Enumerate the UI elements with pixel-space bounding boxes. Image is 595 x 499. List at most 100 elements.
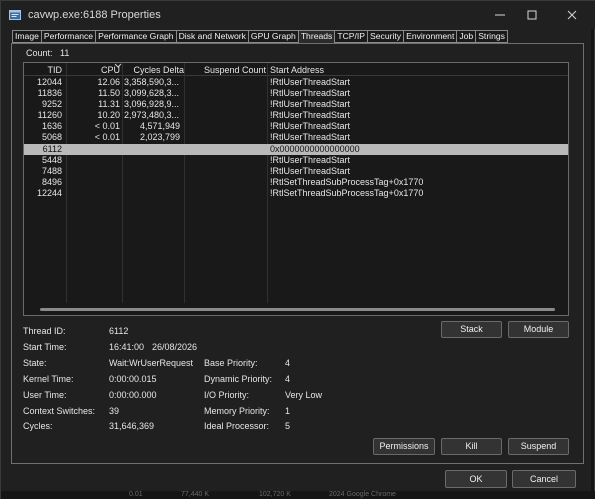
tab-job[interactable]: Job <box>456 30 476 43</box>
tab-image[interactable]: Image <box>12 30 41 43</box>
table-row[interactable]: 9252 11.31 3,096,928,9... !RtlUserThread… <box>24 99 568 110</box>
base-priority-label: Base Priority: <box>204 358 258 368</box>
context-switches-label: Context Switches: <box>23 406 96 416</box>
minimize-button[interactable] <box>488 5 512 25</box>
cell-start-address: !RtlUserThreadStart <box>270 77 351 87</box>
stack-button[interactable]: Stack <box>441 321 502 338</box>
horizontal-scrollbar[interactable] <box>40 308 555 311</box>
tab-gpu-graph[interactable]: GPU Graph <box>247 30 298 43</box>
cancel-button[interactable]: Cancel <box>512 470 576 488</box>
tab-strip: Image Performance Performance Graph Disk… <box>12 30 508 44</box>
table-row[interactable]: 8496 !RtlSetThreadSubProcessTag+0x1770 <box>24 177 568 188</box>
cell-start-address: !RtlUserThreadStart <box>270 99 351 109</box>
tab-threads[interactable]: Threads <box>297 30 335 44</box>
io-priority-value: Very Low <box>285 390 323 400</box>
column-header-start-address[interactable]: Start Address <box>270 65 324 75</box>
cell-cycles-delta: 2,973,480,3... <box>124 110 180 120</box>
cell-start-address: !RtlSetThreadSubProcessTag+0x1770 <box>270 188 424 198</box>
cell-cpu: 12.06 <box>97 77 120 87</box>
cell-tid: 8496 <box>41 177 62 187</box>
cell-tid: 7488 <box>41 166 62 176</box>
tab-security[interactable]: Security <box>367 30 404 43</box>
ideal-processor-value: 5 <box>285 421 291 431</box>
cell-cpu: 10.20 <box>97 110 120 120</box>
column-header-tid[interactable]: TID <box>24 65 63 75</box>
column-header-cycles-delta[interactable]: Cycles Delta <box>122 65 184 75</box>
table-row[interactable]: 7488 !RtlUserThreadStart <box>24 166 568 177</box>
title-bar[interactable]: cavwp.exe:6188 Properties <box>1 1 595 29</box>
tab-disk-and-network[interactable]: Disk and Network <box>175 30 248 43</box>
close-button[interactable] <box>560 5 584 25</box>
cell-cycles-delta: 2,023,799 <box>139 132 180 142</box>
cell-tid: 11836 <box>37 88 62 98</box>
state-label: State: <box>23 358 47 368</box>
column-header-suspend-count[interactable]: Suspend Count <box>188 65 266 75</box>
maximize-icon <box>527 10 537 20</box>
count-value: 11 <box>60 48 70 58</box>
cell-start-address: !RtlUserThreadStart <box>270 88 351 98</box>
table-row[interactable]: 12044 12.06 3,358,590,3... !RtlUserThrea… <box>24 77 568 88</box>
cell-cpu: 11.50 <box>98 88 120 98</box>
tab-performance-graph[interactable]: Performance Graph <box>95 30 176 43</box>
table-row-selected[interactable]: 6112 0x0000000000000000 <box>24 144 568 155</box>
start-time-value: 16:41:00 <box>109 342 145 352</box>
cell-cycles-delta: 3,096,928,9... <box>124 99 180 109</box>
cell-start-address: !RtlUserThreadStart <box>270 110 351 120</box>
dynamic-priority-label: Dynamic Priority: <box>204 374 273 384</box>
module-button[interactable]: Module <box>508 321 569 338</box>
background-text: 102,720 K <box>259 491 291 498</box>
thread-id-label: Thread ID: <box>23 326 66 336</box>
cell-tid: 12044 <box>36 77 62 87</box>
tab-strings[interactable]: Strings <box>475 30 508 43</box>
cell-tid: 5448 <box>41 155 62 165</box>
tab-environment[interactable]: Environment <box>403 30 457 43</box>
table-row[interactable]: 5068 < 0.01 2,023,799 !RtlUserThreadStar… <box>24 132 568 143</box>
user-time-value: 0:00:00.000 <box>109 390 157 400</box>
cell-tid: 1636 <box>41 121 62 131</box>
background-text: 0.01 <box>129 491 143 498</box>
cell-tid: 12244 <box>36 188 62 198</box>
table-row[interactable]: 11260 10.20 2,973,480,3... !RtlUserThrea… <box>24 110 568 121</box>
cell-tid: 9252 <box>41 99 62 109</box>
suspend-button[interactable]: Suspend <box>508 438 569 455</box>
close-icon <box>567 10 577 20</box>
table-header: TID CPU Cycles Delta Suspend Count Start… <box>24 63 568 76</box>
column-header-cpu[interactable]: CPU <box>82 65 120 75</box>
table-row[interactable]: 1636 < 0.01 4,571,949 !RtlUserThreadStar… <box>24 121 568 132</box>
table-row[interactable]: 12244 !RtlSetThreadSubProcessTag+0x1770 <box>24 188 568 199</box>
ideal-processor-label: Ideal Processor: <box>204 421 270 431</box>
memory-priority-value: 1 <box>285 406 291 416</box>
base-priority-value: 4 <box>285 358 291 368</box>
threads-table[interactable]: TID CPU Cycles Delta Suspend Count Start… <box>23 62 569 316</box>
cell-start-address: !RtlUserThreadStart <box>270 132 351 142</box>
table-row[interactable]: 11836 11.50 3,099,628,3... !RtlUserThrea… <box>24 88 568 99</box>
kill-button[interactable]: Kill <box>441 438 502 455</box>
dynamic-priority-value: 4 <box>285 374 291 384</box>
ok-button[interactable]: OK <box>445 470 507 488</box>
cycles-value: 31,646,369 <box>109 421 155 431</box>
minimize-icon <box>495 14 505 16</box>
app-icon <box>9 9 21 21</box>
cycles-label: Cycles: <box>23 421 53 431</box>
cell-start-address: !RtlUserThreadStart <box>270 155 351 165</box>
cell-cpu: < 0.01 <box>94 121 120 131</box>
kernel-time-label: Kernel Time: <box>23 374 74 384</box>
window-title: cavwp.exe:6188 Properties <box>28 9 161 21</box>
thread-id-value: 6112 <box>109 326 129 336</box>
table-row[interactable]: 5448 !RtlUserThreadStart <box>24 155 568 166</box>
permissions-button[interactable]: Permissions <box>373 438 435 455</box>
kernel-time-value: 0:00:00.015 <box>109 374 157 384</box>
background-text: 2024 Google Chrome <box>329 491 396 498</box>
state-value: Wait:WrUserRequest <box>109 358 194 368</box>
cell-start-address: !RtlUserThreadStart <box>270 121 351 131</box>
thread-count: Count: 11 <box>26 48 69 58</box>
tab-performance[interactable]: Performance <box>40 30 96 43</box>
maximize-button[interactable] <box>520 5 544 25</box>
properties-window: cavwp.exe:6188 Properties Image Performa… <box>0 0 595 499</box>
io-priority-label: I/O Priority: <box>204 390 250 400</box>
tab-tcp-ip[interactable]: TCP/IP <box>334 30 368 43</box>
cell-cycles-delta: 3,099,628,3... <box>124 88 180 98</box>
cell-start-address: 0x0000000000000000 <box>270 144 360 154</box>
cell-cycles-delta: 3,358,590,3... <box>124 77 180 87</box>
start-date-value: 26/08/2026 <box>152 342 198 352</box>
